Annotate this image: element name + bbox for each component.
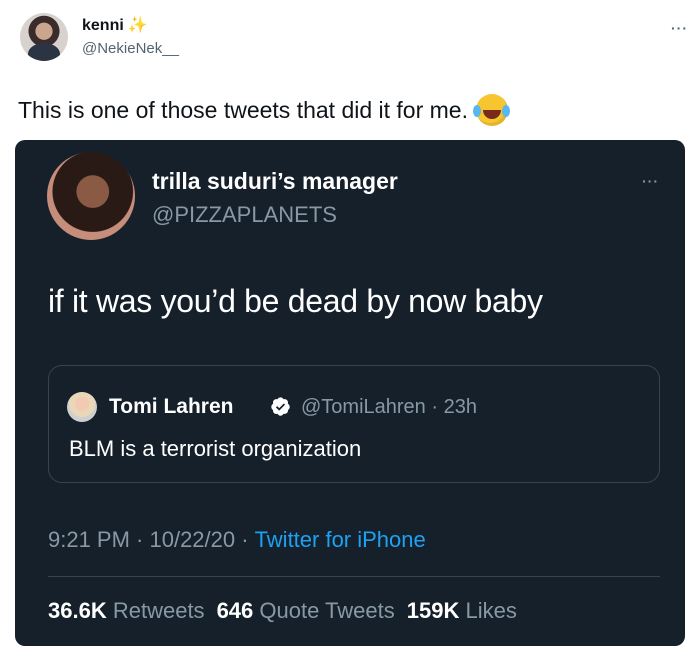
- retweets-count: 36.6K: [48, 598, 107, 623]
- tweet-text: This is one of those tweets that did it …: [18, 94, 508, 126]
- quoted-author-name[interactable]: Tomi Lahren: [109, 395, 233, 419]
- quoted-handle-time[interactable]: @TomiLahren · 23h: [301, 396, 477, 419]
- likes-label: Likes: [465, 598, 517, 623]
- embedded-author-handle[interactable]: @PIZZAPLANETS: [152, 202, 337, 228]
- avatar[interactable]: [67, 392, 97, 422]
- author-name-row[interactable]: kenni ✨: [82, 17, 148, 35]
- embedded-author-name[interactable]: trilla suduri’s manager: [152, 168, 398, 195]
- tweet-meta: 9:21 PM · 10/22/20 · Twitter for iPhone: [48, 527, 426, 553]
- embedded-tweet-card[interactable]: trilla suduri’s manager @PIZZAPLANETS ··…: [15, 140, 685, 646]
- author-handle[interactable]: @NekieNek__: [82, 40, 179, 57]
- source-link[interactable]: Twitter for iPhone: [255, 527, 426, 553]
- more-options-icon[interactable]: ···: [671, 20, 688, 36]
- quote-tweets-label: Quote Tweets: [259, 598, 395, 623]
- divider: [48, 576, 660, 577]
- outer-tweet: kenni ✨ @NekieNek__ ··· This is one of t…: [0, 0, 700, 658]
- quote-tweets-stat[interactable]: 646 Quote Tweets: [217, 598, 395, 624]
- engagement-stats: 36.6K Retweets 646 Quote Tweets 159K Lik…: [48, 598, 517, 624]
- laughing-emoji-icon: [473, 94, 508, 126]
- likes-count: 159K: [406, 598, 460, 623]
- likes-stat[interactable]: 159K Likes: [407, 598, 517, 624]
- timestamp[interactable]: 9:21 PM · 10/22/20 ·: [48, 527, 249, 553]
- more-options-icon[interactable]: ···: [642, 173, 659, 189]
- author-name[interactable]: kenni: [82, 17, 124, 35]
- quoted-tweet-text: BLM is a terrorist organization: [69, 436, 362, 461]
- retweets-stat[interactable]: 36.6K Retweets: [48, 598, 205, 624]
- retweets-label: Retweets: [112, 598, 205, 623]
- tweet-text-body: This is one of those tweets that did it …: [18, 96, 468, 123]
- verified-badge-icon: [271, 397, 290, 416]
- avatar[interactable]: [20, 13, 68, 61]
- avatar[interactable]: [47, 152, 135, 240]
- embedded-tweet-text: if it was you’d be dead by now baby: [48, 283, 543, 319]
- quoted-tweet[interactable]: Tomi Lahren @TomiLahren · 23h BLM is a t…: [48, 365, 660, 483]
- quote-tweets-count: 646: [216, 598, 254, 623]
- sparkle-icon: ✨: [127, 17, 148, 34]
